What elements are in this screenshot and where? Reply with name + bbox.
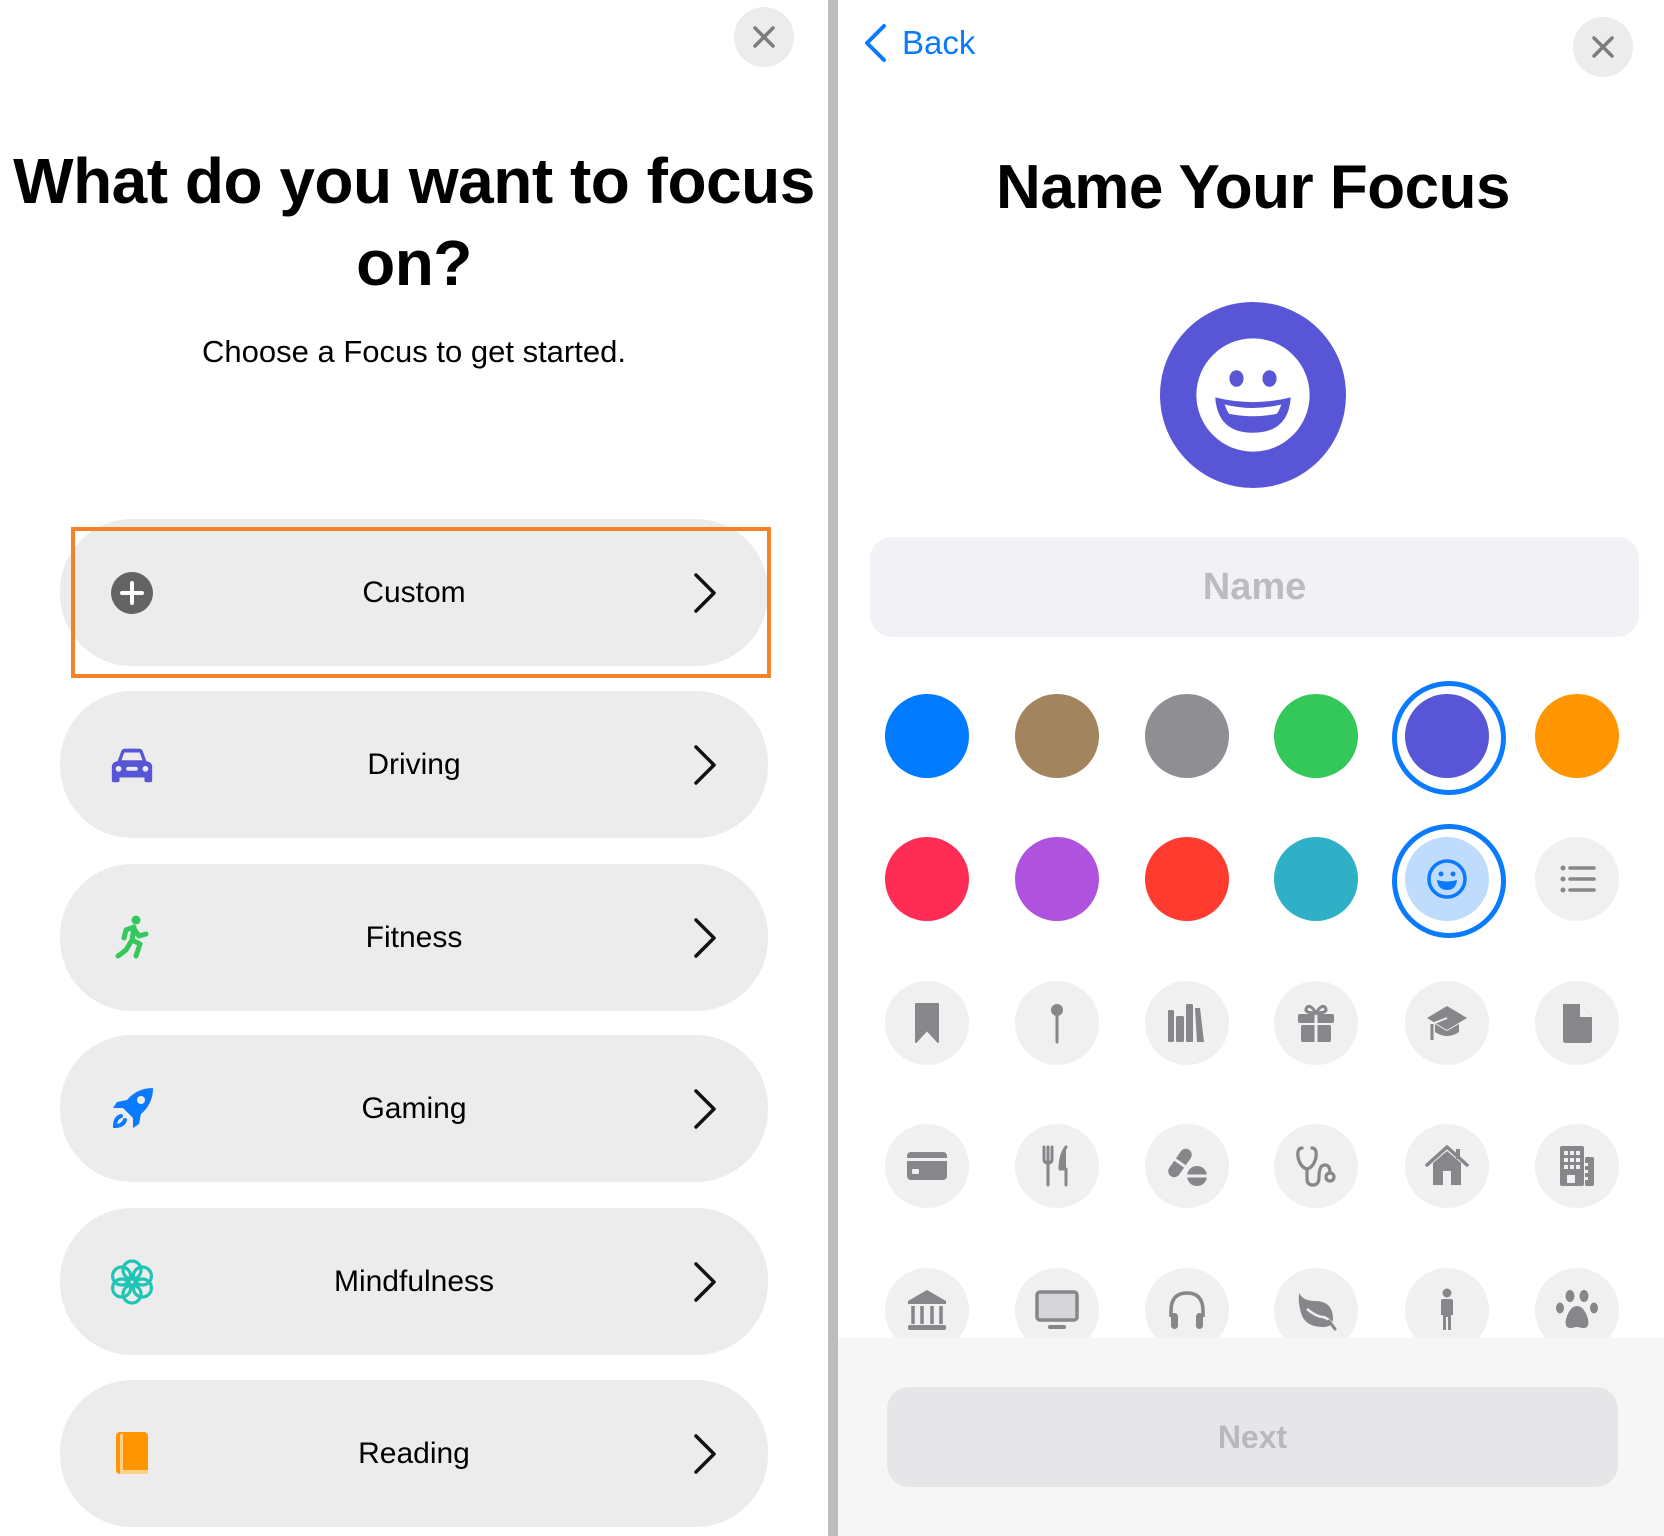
close-button[interactable] — [734, 7, 794, 67]
color-swatch[interactable] — [1015, 694, 1099, 778]
icon-option-building[interactable] — [1535, 1124, 1619, 1208]
document-icon — [1563, 1004, 1592, 1043]
person-icon — [1441, 1288, 1453, 1330]
chevron-right-icon — [694, 917, 716, 958]
icon-option-bookmark[interactable] — [885, 981, 969, 1065]
icon-option-credit-card[interactable] — [885, 1124, 969, 1208]
back-label: Back — [902, 24, 976, 61]
color-swatch[interactable] — [1535, 694, 1619, 778]
color-swatch[interactable] — [885, 694, 969, 778]
color-swatch[interactable] — [1274, 694, 1358, 778]
close-icon — [1592, 36, 1614, 58]
pills-icon — [1168, 1148, 1207, 1186]
page-subtitle: Choose a Focus to get started. — [202, 334, 626, 369]
focus-option-label: Custom — [362, 575, 466, 609]
icon-option-gift[interactable] — [1274, 981, 1358, 1065]
building-icon — [1560, 1146, 1594, 1186]
focus-chooser-panel: What do you want to focus on? Choose a F… — [0, 0, 828, 1536]
icon-option-list[interactable] — [1535, 837, 1619, 921]
chevron-left-icon — [865, 24, 886, 62]
monitor-icon — [1035, 1290, 1079, 1329]
house-icon — [1425, 1145, 1469, 1185]
color-swatch[interactable] — [1015, 837, 1099, 921]
gift-icon — [1298, 1004, 1334, 1042]
page-title: What do you want to focus on? — [13, 145, 815, 299]
close-button[interactable] — [1573, 17, 1633, 77]
focus-option-label: Fitness — [365, 920, 463, 954]
name-input[interactable] — [870, 537, 1639, 637]
back-button[interactable]: Back — [862, 22, 975, 64]
focus-option-label: Reading — [358, 1436, 470, 1470]
focus-option-custom[interactable]: Custom — [60, 519, 768, 666]
color-swatch[interactable] — [1145, 694, 1229, 778]
headphones-icon — [1169, 1291, 1205, 1329]
smiley-icon — [1196, 338, 1310, 452]
icon-option-document[interactable] — [1535, 981, 1619, 1065]
bottom-bar: Next — [838, 1338, 1664, 1536]
icon-option-books[interactable] — [1145, 981, 1229, 1065]
close-icon — [753, 26, 775, 48]
chevron-right-icon — [694, 572, 716, 613]
smiley-icon — [1427, 859, 1467, 899]
credit-card-icon — [907, 1152, 947, 1180]
color-swatch[interactable] — [1274, 837, 1358, 921]
color-swatch[interactable] — [1145, 837, 1229, 921]
focus-option-reading[interactable]: Reading — [60, 1380, 768, 1527]
chevron-right-icon — [694, 1088, 716, 1129]
focus-option-label: Driving — [367, 747, 461, 781]
stethoscope-icon — [1296, 1146, 1336, 1187]
chevron-right-icon — [694, 744, 716, 785]
next-button[interactable]: Next — [887, 1387, 1618, 1487]
page-title: Name Your Focus — [996, 153, 1510, 222]
name-focus-panel: Back Name Your Focus Next — [838, 0, 1664, 1536]
icon-option-smiley[interactable] — [1392, 824, 1506, 938]
icon-option-house[interactable] — [1405, 1124, 1489, 1208]
focus-option-fitness[interactable]: Fitness — [60, 864, 768, 1011]
pin-icon — [1051, 1004, 1063, 1044]
focus-option-mindfulness[interactable]: Mindfulness — [60, 1208, 768, 1355]
chevron-right-icon — [694, 1433, 716, 1474]
focus-option-driving[interactable]: Driving — [60, 691, 768, 838]
icon-option-pills[interactable] — [1145, 1124, 1229, 1208]
leaf-icon — [1298, 1293, 1337, 1331]
books-icon — [1168, 1004, 1204, 1042]
focus-icon-preview — [1160, 302, 1346, 488]
icon-option-fork-knife[interactable] — [1015, 1124, 1099, 1208]
bookmark-icon — [915, 1003, 939, 1043]
fork-knife-icon — [1042, 1145, 1068, 1187]
color-swatch[interactable] — [885, 837, 969, 921]
icon-option-pin[interactable] — [1015, 981, 1099, 1065]
graduation-cap-icon — [1427, 1006, 1467, 1040]
bank-icon — [908, 1290, 946, 1330]
icon-option-graduation-cap[interactable] — [1405, 981, 1489, 1065]
paw-icon — [1556, 1290, 1598, 1329]
panel-divider — [828, 0, 838, 1536]
list-icon — [1560, 865, 1596, 893]
focus-option-label: Mindfulness — [333, 1264, 495, 1298]
focus-option-gaming[interactable]: Gaming — [60, 1035, 768, 1182]
focus-option-label: Gaming — [361, 1091, 467, 1125]
chevron-right-icon — [694, 1261, 716, 1302]
color-swatch[interactable] — [1392, 681, 1506, 795]
icon-option-stethoscope[interactable] — [1274, 1124, 1358, 1208]
